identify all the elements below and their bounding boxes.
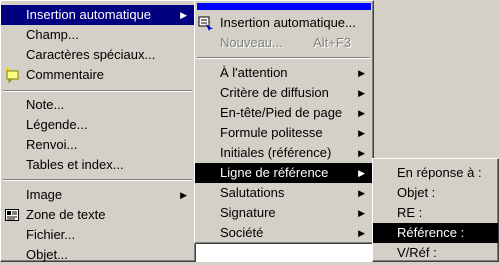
reference-line-submenu: En réponse à : Objet : RE : Référence : … [372,158,499,262]
submenu-arrow-icon: ▶ [180,190,187,200]
menu-item-label: Signature [220,205,276,220]
menu-item-label: En-tête/Pied de page [220,105,343,120]
menu-item-caracteres-speciaux[interactable]: Caractères spéciaux... [1,45,195,65]
menu-item-label: À l'attention [220,65,288,80]
menu-item-label: Nouveau... [220,35,283,50]
menu-item-signature[interactable]: Signature ▶ [195,203,373,223]
menu-item-label: Insertion automatique... [220,15,356,30]
menu-item-formule-politesse[interactable]: Formule politesse ▶ [195,123,373,143]
menu-item-insertion-automatique[interactable]: Insertion automatique ▶ [1,5,195,25]
submenu-arrow-icon: ▶ [358,188,365,198]
menu-item-zone-de-texte[interactable]: Zone de texte [1,205,195,225]
submenu-arrow-icon: ▶ [358,68,365,78]
menu-item-label: Renvoi... [26,137,78,152]
menu-item-label: Image [26,187,63,202]
menu-item-legende[interactable]: Légende... [1,115,195,135]
menu-item-societe[interactable]: Société ▶ [195,223,373,243]
menu-separator [3,179,192,181]
menu-item-label: Zone de texte [26,207,106,222]
document-background [196,244,372,262]
submenu-arrow-icon: ▶ [358,128,365,138]
menu-item-commentaire[interactable]: Commentaire [1,65,195,85]
menu-item-en-tete-pied-de-page[interactable]: En-tête/Pied de page ▶ [195,103,373,123]
submenu-arrow-icon: ▶ [358,148,365,158]
menu-item-initiales-reference[interactable]: Initiales (référence) ▶ [195,143,373,163]
submenu-arrow-icon: ▶ [358,168,365,178]
menu-item-label: Initiales (référence) [220,145,332,160]
shortcut-label: Alt+F3 [313,35,351,50]
submenu-arrow-icon: ▶ [358,88,365,98]
menu-item-v-ref[interactable]: V/Réf : [373,243,498,263]
submenu-accent-bar [197,3,371,10]
menu-item-label: V/Réf : [397,245,437,260]
comment-icon [4,67,20,84]
menu-item-image[interactable]: Image ▶ [1,185,195,205]
menu-separator [3,90,192,92]
menu-item-insertion-automatique-dialog[interactable]: Insertion automatique... [195,13,373,33]
menu-item-label: Légende... [26,117,88,132]
menu-item-note[interactable]: Note... [1,95,195,115]
menu-item-label: Champ... [26,27,79,42]
menu-item-reference[interactable]: Référence : [373,223,498,243]
submenu-arrow-icon: ▶ [358,208,365,218]
menu-item-label: Ligne de référence [220,165,329,180]
menu-item-a-l-attention[interactable]: À l'attention ▶ [195,63,373,83]
menu-item-tables-et-index[interactable]: Tables et index... [1,155,195,175]
menu-item-label: Insertion automatique [26,7,152,22]
menu-item-label: Caractères spéciaux... [26,47,156,62]
menu-item-objet-ref[interactable]: Objet : [373,183,498,203]
menu-item-label: Référence : [397,225,465,240]
autotext-icon [198,15,214,31]
menu-item-fichier[interactable]: Fichier... [1,225,195,245]
submenu-arrow-icon: ▶ [180,10,187,20]
menu-item-label: Note... [26,97,65,112]
menu-item-salutations[interactable]: Salutations ▶ [195,183,373,203]
menu-item-label: Objet : [397,185,436,200]
menu-item-en-reponse-a[interactable]: En réponse à : [373,163,498,183]
menu-item-label: Salutations [220,185,285,200]
menu-item-ligne-de-reference[interactable]: Ligne de référence ▶ [195,163,373,183]
menu-item-re[interactable]: RE : [373,203,498,223]
autotext-submenu: Insertion automatique... Nouveau... Alt+… [194,0,374,244]
menu-item-label: Société [220,225,264,240]
menu-item-label: RE : [397,205,423,220]
menu-separator [197,57,370,59]
menu-item-label: En réponse à : [397,165,482,180]
menu-item-label: Fichier... [26,227,76,242]
insert-menu: Insertion automatique ▶ Champ... Caractè… [0,0,196,262]
menu-item-label: Tables et index... [26,157,124,172]
menu-item-critere-de-diffusion[interactable]: Critère de diffusion ▶ [195,83,373,103]
menu-item-nouveau[interactable]: Nouveau... Alt+F3 [195,33,373,53]
submenu-arrow-icon: ▶ [358,228,365,238]
menu-item-objet[interactable]: Objet... [1,245,195,265]
menu-item-label: Commentaire [26,67,105,82]
menu-item-label: Objet... [26,247,68,262]
menu-item-champ[interactable]: Champ... [1,25,195,45]
textbox-icon [4,207,20,223]
menu-item-label: Formule politesse [220,125,323,140]
menu-item-renvoi[interactable]: Renvoi... [1,135,195,155]
submenu-arrow-icon: ▶ [358,108,365,118]
menu-item-label: Critère de diffusion [220,85,329,100]
